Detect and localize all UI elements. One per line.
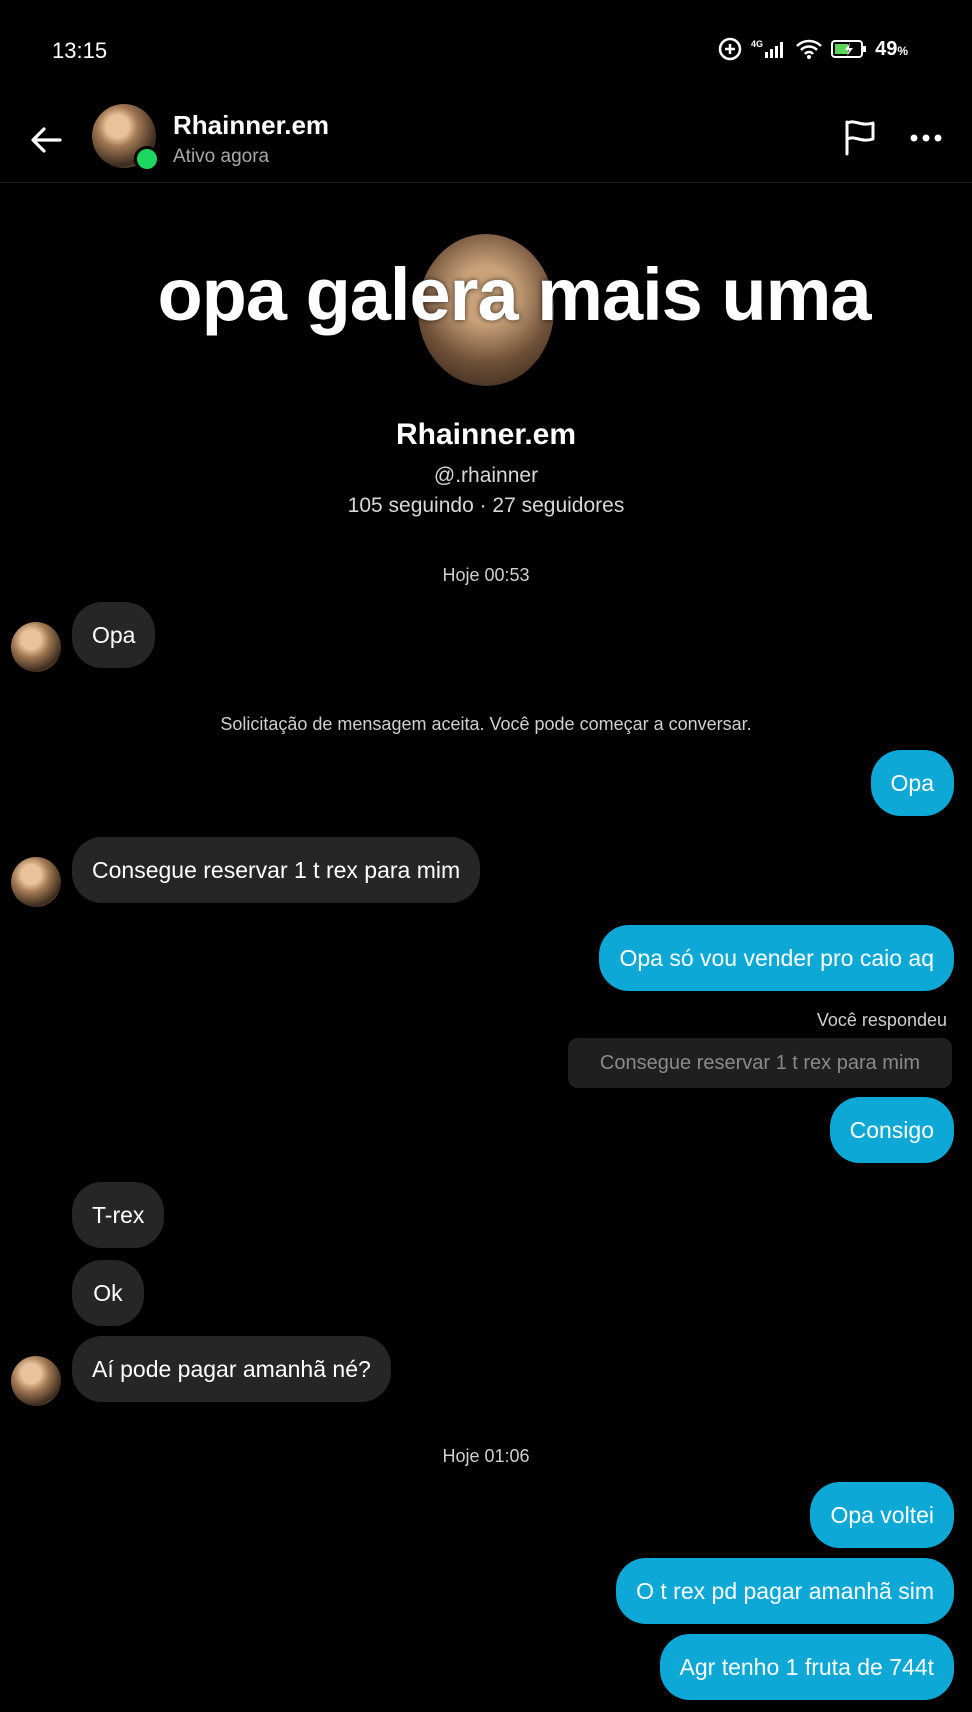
message-bubble-incoming[interactable]: T-rex [72, 1182, 165, 1248]
message-bubble-outgoing[interactable]: Opa voltei [810, 1482, 954, 1548]
contact-name[interactable]: Rhainner.em [173, 110, 329, 141]
message-bubble-outgoing[interactable]: Consigo [829, 1097, 954, 1163]
svg-text:4G: 4G [751, 39, 763, 49]
profile-stats: 105 seguindo · 27 seguidores [347, 494, 625, 517]
online-indicator [134, 146, 160, 172]
timestamp: Hoje 01:06 [442, 1446, 530, 1466]
chat-header: Rhainner.em Ativo agora [0, 90, 972, 183]
avatar[interactable] [11, 622, 61, 672]
battery-percent: 49% [875, 37, 908, 60]
message-bubble-outgoing[interactable]: O t rex pd pagar amanhã sim [616, 1558, 954, 1624]
message-bubble-incoming[interactable]: Ok [72, 1260, 144, 1326]
back-arrow-icon[interactable] [26, 120, 66, 160]
contact-status: Ativo agora [173, 146, 270, 167]
avatar[interactable] [11, 857, 61, 907]
message-bubble-outgoing[interactable]: Opa [870, 750, 954, 816]
status-icons: 4G 49% [717, 36, 908, 62]
replied-label: Você respondeu [816, 1010, 947, 1030]
signal-icon: 4G [751, 38, 787, 60]
message-bubble-outgoing[interactable]: Agr tenho 1 fruta de 744t [659, 1634, 954, 1700]
profile-handle: @.rhainner [433, 464, 539, 487]
message-bubble-incoming[interactable]: Consegue reservar 1 t rex para mim [72, 837, 481, 903]
overlay-caption: opa galera mais uma [157, 253, 871, 336]
status-time: 13:15 [52, 38, 108, 63]
profile-name: Rhainner.em [395, 418, 577, 451]
timestamp: Hoje 00:53 [442, 565, 530, 585]
more-icon[interactable] [906, 128, 946, 148]
system-message: Solicitação de mensagem aceita. Você pod… [220, 714, 752, 734]
flag-icon[interactable] [842, 118, 878, 156]
message-bubble-incoming[interactable]: Opa [72, 602, 156, 668]
message-bubble-incoming[interactable]: Aí pode pagar amanhã né? [72, 1336, 391, 1402]
data-saver-icon [717, 36, 743, 62]
battery-charging-icon [831, 39, 867, 59]
wifi-icon [795, 38, 823, 60]
message-bubble-outgoing[interactable]: Opa só vou vender pro caio aq [599, 925, 954, 991]
avatar[interactable] [11, 1356, 61, 1406]
quoted-message[interactable]: Consegue reservar 1 t rex para mim [568, 1038, 952, 1088]
